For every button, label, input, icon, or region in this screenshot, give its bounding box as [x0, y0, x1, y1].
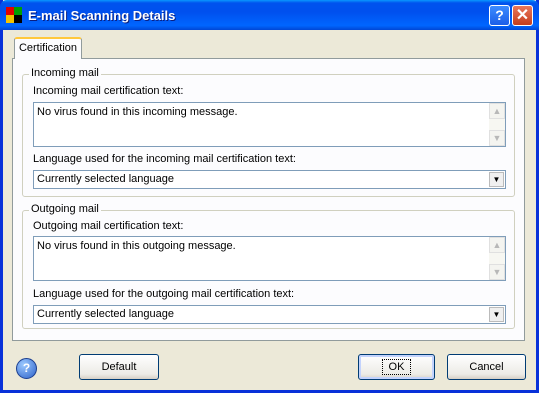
scroll-up-icon[interactable]: ▲ [489, 103, 505, 119]
ok-button-label: OK [381, 359, 412, 375]
tab-certification[interactable]: Certification [14, 37, 82, 59]
title-bar: E-mail Scanning Details ? ✕ [0, 0, 539, 30]
incoming-group-label: Incoming mail [29, 67, 101, 79]
question-mark-icon: ? [495, 7, 504, 23]
window-title: E-mail Scanning Details [28, 8, 176, 23]
incoming-lang-value: Currently selected language [37, 173, 174, 185]
chevron-down-icon[interactable]: ▼ [489, 307, 504, 322]
outgoing-mail-group: Outgoing mail Outgoing mail certificatio… [22, 203, 515, 329]
outgoing-lang-label: Language used for the outgoing mail cert… [33, 288, 295, 300]
outgoing-language-select[interactable]: Currently selected language ▼ [33, 305, 506, 324]
app-icon [6, 7, 22, 23]
outgoing-lang-value: Currently selected language [37, 308, 174, 320]
cancel-button-label: Cancel [469, 361, 504, 373]
incoming-lang-label: Language used for the incoming mail cert… [33, 153, 296, 165]
cancel-button[interactable]: Cancel [447, 354, 526, 380]
outgoing-group-label: Outgoing mail [29, 203, 101, 215]
outgoing-text-value: No virus found in this outgoing message. [37, 240, 236, 252]
close-button[interactable]: ✕ [512, 5, 533, 26]
outgoing-certification-textarea[interactable]: No virus found in this outgoing message.… [33, 236, 506, 281]
incoming-language-select[interactable]: Currently selected language ▼ [33, 170, 506, 189]
incoming-text-label: Incoming mail certification text: [33, 85, 184, 97]
ok-button[interactable]: OK [358, 354, 435, 380]
default-button-label: Default [101, 361, 137, 373]
incoming-certification-textarea[interactable]: No virus found in this incoming message.… [33, 102, 506, 147]
close-icon: ✕ [515, 7, 530, 24]
incoming-scrollbar[interactable]: ▲ ▼ [489, 103, 505, 146]
scroll-up-icon[interactable]: ▲ [489, 237, 505, 253]
default-button[interactable]: Default [79, 354, 159, 380]
incoming-text-value: No virus found in this incoming message. [37, 106, 238, 118]
title-help-button[interactable]: ? [489, 5, 510, 26]
chevron-down-icon[interactable]: ▼ [489, 172, 504, 187]
incoming-mail-group: Incoming mail Incoming mail certificatio… [22, 67, 515, 197]
tab-panel: Incoming mail Incoming mail certificatio… [12, 58, 525, 341]
help-icon[interactable]: ? [16, 358, 37, 379]
scroll-down-icon[interactable]: ▼ [489, 130, 505, 146]
scroll-down-icon[interactable]: ▼ [489, 264, 505, 280]
outgoing-text-label: Outgoing mail certification text: [33, 220, 184, 232]
outgoing-scrollbar[interactable]: ▲ ▼ [489, 237, 505, 280]
